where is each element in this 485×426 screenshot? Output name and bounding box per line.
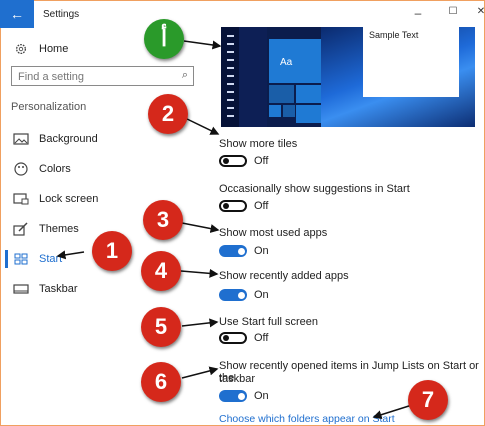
marker-6: 6 (141, 362, 181, 402)
marker-5: 5 (141, 307, 181, 347)
annotation-arrows (56, 40, 413, 420)
marker-alef: أ (144, 19, 184, 59)
marker-2: 2 (148, 94, 188, 134)
marker-3: 3 (143, 200, 183, 240)
marker-4: 4 (141, 251, 181, 291)
marker-7: 7 (408, 380, 448, 420)
marker-1: 1 (92, 231, 132, 271)
